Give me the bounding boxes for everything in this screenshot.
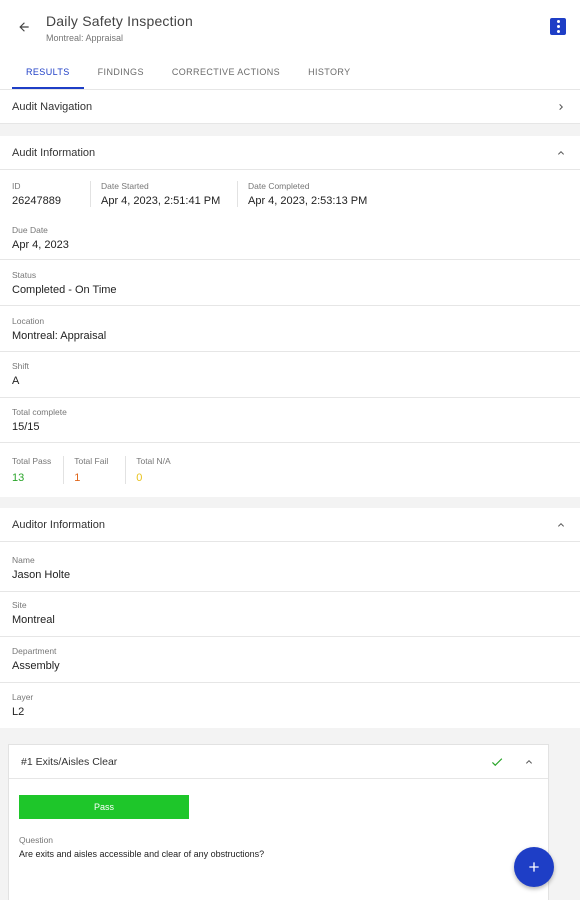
question-card-header[interactable]: #1 Exits/Aisles Clear (9, 745, 548, 779)
chevron-up-icon[interactable] (554, 518, 568, 532)
auditor-department-field: Department Assembly (0, 637, 580, 683)
auditor-layer-field: Layer L2 (0, 683, 580, 728)
title-block: Daily Safety Inspection Montreal: Apprai… (46, 11, 550, 43)
total-fail-field: Total Fail 1 (63, 456, 125, 484)
tab-findings[interactable]: FINDINGS (84, 54, 158, 89)
chevron-up-icon[interactable] (554, 146, 568, 160)
check-icon (491, 757, 503, 766)
status-field: Status Completed - On Time (0, 260, 580, 306)
total-fail-value: 1 (74, 472, 81, 484)
tab-results[interactable]: RESULTS (12, 54, 84, 89)
plus-icon (529, 862, 539, 872)
shift-field: Shift A (0, 352, 580, 398)
section-gap (0, 497, 580, 508)
date-started-field: Date Started Apr 4, 2023, 2:51:41 PM (90, 181, 237, 207)
question-title: #1 Exits/Aisles Clear (21, 755, 118, 768)
more-vert-icon (556, 19, 560, 23)
total-na-value: 0 (136, 472, 143, 484)
total-pass-value: 13 (12, 472, 25, 484)
audit-information-title: Audit Information (12, 146, 96, 159)
audit-id-field: ID 26247889 (12, 181, 61, 207)
tab-bar: RESULTS FINDINGS CORRECTIVE ACTIONS HIST… (0, 54, 580, 90)
auditor-information-title: Auditor Information (12, 518, 105, 531)
back-button[interactable] (14, 17, 34, 37)
section-gap (0, 124, 580, 136)
audit-dates-row: ID 26247889 Date Started Apr 4, 2023, 2:… (0, 170, 580, 216)
total-pass-field: Total Pass 13 (12, 456, 52, 484)
tab-history[interactable]: HISTORY (294, 54, 364, 89)
tab-corrective-actions[interactable]: CORRECTIVE ACTIONS (158, 54, 294, 89)
question-card: #1 Exits/Aisles Clear Pass Question Are … (8, 744, 549, 900)
chevron-right-icon (554, 100, 568, 114)
question-label: Question (19, 835, 54, 845)
add-fab-button[interactable] (514, 847, 554, 887)
page-subtitle: Montreal: Appraisal (46, 33, 124, 43)
auditor-name-field: Name Jason Holte (0, 542, 580, 592)
total-na-field: Total N/A 0 (125, 456, 183, 484)
total-complete-field: Total complete 15/15 (0, 398, 580, 443)
audit-navigation-title: Audit Navigation (12, 100, 93, 113)
audit-navigation-row[interactable]: Audit Navigation (0, 90, 580, 124)
question-text: Are exits and aisles accessible and clea… (19, 849, 265, 859)
audit-information-header[interactable]: Audit Information (0, 136, 580, 170)
due-date-field: Due Date Apr 4, 2023 (0, 216, 580, 260)
location-field: Location Montreal: Appraisal (0, 306, 580, 352)
date-completed-field: Date Completed Apr 4, 2023, 2:53:13 PM (237, 181, 377, 207)
chevron-up-icon[interactable] (522, 755, 536, 769)
page-title: Daily Safety Inspection (46, 13, 194, 29)
arrow-left-icon (19, 22, 29, 32)
auditor-site-field: Site Montreal (0, 592, 580, 637)
pass-result-button[interactable]: Pass (19, 795, 189, 819)
app-header: Daily Safety Inspection Montreal: Apprai… (0, 0, 580, 54)
auditor-information-header[interactable]: Auditor Information (0, 508, 580, 542)
totals-row: Total Pass 13 Total Fail 1 Total N/A 0 (0, 443, 580, 497)
more-menu-button[interactable] (550, 17, 566, 35)
